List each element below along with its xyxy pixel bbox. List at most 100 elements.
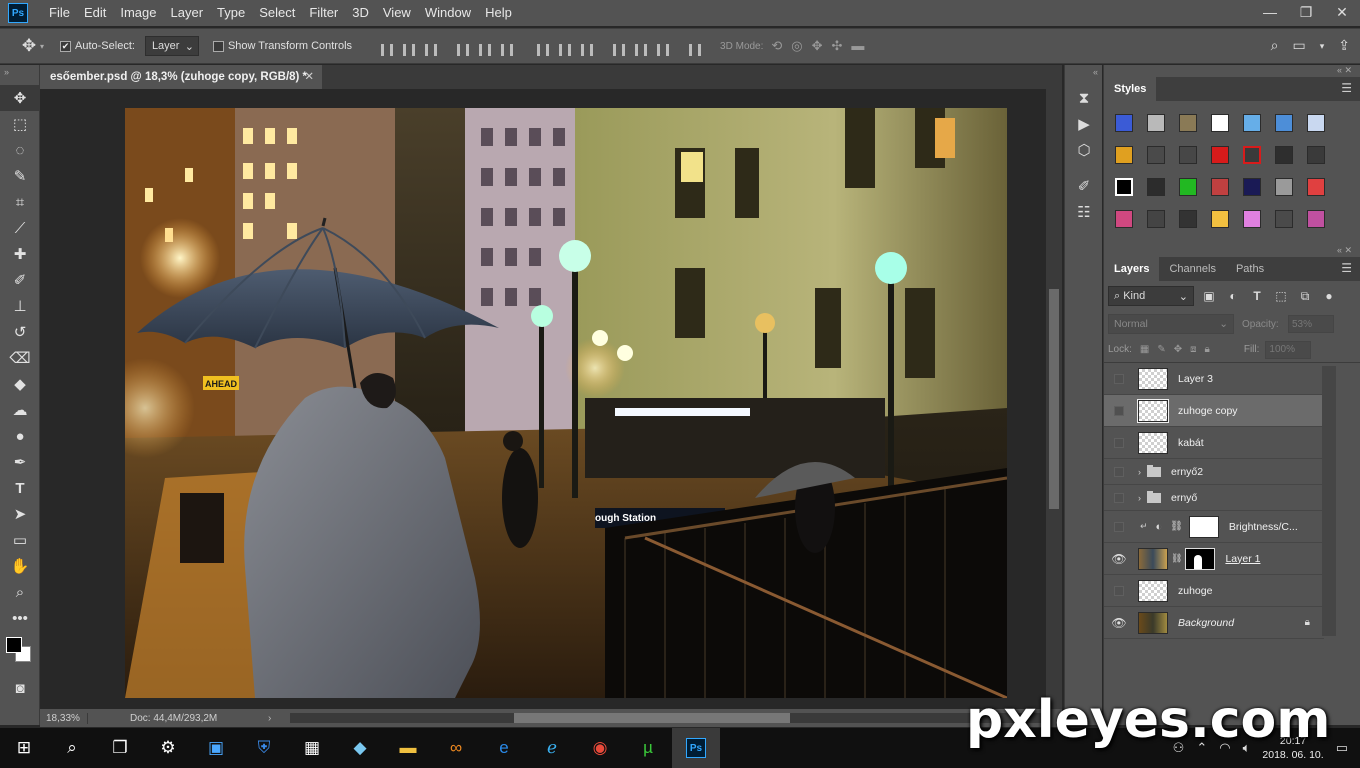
menu-filter[interactable]: Filter xyxy=(302,0,345,26)
menu-edit[interactable]: Edit xyxy=(77,0,113,26)
foreground-color[interactable] xyxy=(6,637,22,653)
more-tools-icon[interactable]: ••• xyxy=(0,605,40,631)
tab-layers[interactable]: Layers xyxy=(1104,257,1160,281)
restore-icon[interactable]: ❐ xyxy=(1288,0,1324,26)
file-explorer-icon[interactable]: ▬ xyxy=(384,728,432,768)
adjustment-filter-icon[interactable]: ◐ xyxy=(1224,289,1242,303)
rectangle-tool-icon[interactable]: ▭ xyxy=(0,527,40,553)
minimize-icon[interactable]: — xyxy=(1252,0,1288,26)
style-swatch[interactable] xyxy=(1236,171,1268,203)
close-tab-icon[interactable]: ✕ xyxy=(304,65,314,89)
style-swatch[interactable] xyxy=(1108,139,1140,171)
document-tab[interactable]: esőember.psd @ 18,3% (zuhoge copy, RGB/8… xyxy=(40,65,322,89)
layers-scrollbar[interactable] xyxy=(1322,366,1336,636)
type-tool-icon[interactable]: T xyxy=(0,475,40,501)
align-hcenter-icon[interactable] xyxy=(474,36,496,56)
menu-select[interactable]: Select xyxy=(252,0,302,26)
visibility-toggle[interactable] xyxy=(1104,521,1134,532)
eyedropper-tool-icon[interactable]: ⟋ xyxy=(0,215,40,241)
layer-group-ernyo2[interactable]: › ernyő2 xyxy=(1104,459,1324,485)
distribute-left-icon[interactable] xyxy=(608,36,630,56)
smart-object-filter-icon[interactable]: ⧉ xyxy=(1296,289,1314,304)
hand-tool-icon[interactable]: ✋ xyxy=(0,553,40,579)
lasso-tool-icon[interactable]: ◌ xyxy=(0,137,40,163)
panel-collapse-icon[interactable]: « ✕ xyxy=(1104,65,1360,77)
style-swatch[interactable] xyxy=(1268,107,1300,139)
style-swatch[interactable] xyxy=(1268,139,1300,171)
style-swatch[interactable] xyxy=(1300,139,1332,171)
kind-filter-dropdown[interactable]: ⌕ Kind ⌄ xyxy=(1108,286,1194,306)
move-tool-icon[interactable]: ✥ xyxy=(18,35,40,57)
style-swatch[interactable] xyxy=(1268,171,1300,203)
calculator-icon[interactable]: ▦ xyxy=(288,728,336,768)
layer-row-zuhoge-copy[interactable]: zuhoge copy xyxy=(1104,395,1324,427)
eraser-tool-icon[interactable]: ⌫ xyxy=(0,345,40,371)
task-view-icon[interactable]: ❐ xyxy=(96,728,144,768)
tool-preset-chevron-icon[interactable]: ▾ xyxy=(40,42,44,51)
toolbar-grip[interactable]: » xyxy=(0,65,39,85)
lock-pixels-icon[interactable]: ✎ xyxy=(1157,344,1165,355)
style-swatch[interactable] xyxy=(1172,107,1204,139)
layer-row-layer-1[interactable]: 👁︎ ⛓ Layer 1 xyxy=(1104,543,1324,575)
style-swatch[interactable] xyxy=(1172,139,1204,171)
link-icon[interactable]: ⛓ xyxy=(1171,553,1182,564)
menu-view[interactable]: View xyxy=(376,0,418,26)
blur-tool-icon[interactable]: ☁ xyxy=(0,397,40,423)
internet-explorer-icon[interactable]: ℯ xyxy=(528,728,576,768)
style-swatch[interactable] xyxy=(1236,203,1268,235)
notifications-icon[interactable]: ▭ xyxy=(1336,740,1348,756)
settings-icon[interactable]: ⚙ xyxy=(144,728,192,768)
zoom-tool-icon[interactable]: ⌕ xyxy=(0,579,40,605)
3d-mode-icons[interactable]: ⟲◎✥✣▬ xyxy=(771,38,873,54)
visibility-toggle[interactable]: 👁︎ xyxy=(1104,552,1134,566)
layer-row-zuhoge[interactable]: zuhoge xyxy=(1104,575,1324,607)
auto-align-icon[interactable] xyxy=(684,36,706,56)
app-swirl-icon[interactable]: ∞ xyxy=(432,728,480,768)
style-swatch[interactable] xyxy=(1236,107,1268,139)
properties-panel-icon[interactable]: ☷ xyxy=(1065,199,1103,225)
shape-filter-icon[interactable]: ⬚ xyxy=(1272,289,1290,303)
blend-mode-dropdown[interactable]: Normal ⌄ xyxy=(1108,314,1234,334)
type-filter-icon[interactable]: T xyxy=(1248,289,1266,303)
horizontal-scrollbar[interactable] xyxy=(290,713,1050,723)
quick-mask-icon[interactable]: ◙ xyxy=(0,675,40,701)
distribute-bottom-icon[interactable] xyxy=(576,36,598,56)
layers-menu-icon[interactable]: ☰ xyxy=(1341,261,1352,275)
align-bottom-icon[interactable] xyxy=(420,36,442,56)
style-swatch[interactable] xyxy=(1140,107,1172,139)
menu-3d[interactable]: 3D xyxy=(345,0,376,26)
tab-paths[interactable]: Paths xyxy=(1226,257,1274,281)
visibility-toggle[interactable] xyxy=(1104,492,1134,503)
layers-collapse-icon[interactable]: « ✕ xyxy=(1104,245,1360,257)
menu-image[interactable]: Image xyxy=(113,0,163,26)
utorrent-icon[interactable]: µ xyxy=(624,728,672,768)
workspace-chevron-icon[interactable]: ▾ xyxy=(1320,37,1325,55)
tab-channels[interactable]: Channels xyxy=(1159,257,1225,281)
auto-select-dropdown[interactable]: Layer ⌄ xyxy=(144,36,199,56)
search-icon[interactable]: ⌕ xyxy=(48,728,96,768)
menu-layer[interactable]: Layer xyxy=(164,0,211,26)
photoshop-taskbar-icon[interactable]: Ps xyxy=(672,728,720,768)
style-swatch[interactable] xyxy=(1204,171,1236,203)
style-swatch[interactable] xyxy=(1204,107,1236,139)
style-swatch[interactable] xyxy=(1172,203,1204,235)
brush-panel-icon[interactable]: ✐ xyxy=(1065,173,1103,199)
chrome-icon[interactable]: ◉ xyxy=(576,728,624,768)
layer-row-brightness[interactable]: ↵ ◐ ⛓ Brightness/C... xyxy=(1104,511,1324,543)
align-left-icon[interactable] xyxy=(452,36,474,56)
close-icon[interactable]: ✕ xyxy=(1324,0,1360,26)
quick-select-tool-icon[interactable]: ✎ xyxy=(0,163,40,189)
layer-row-layer-3[interactable]: Layer 3 xyxy=(1104,363,1324,395)
auto-select-checkbox[interactable]: ✔ xyxy=(60,40,72,52)
expand-chevron-icon[interactable]: › xyxy=(1138,467,1141,477)
fill-input[interactable]: 100% xyxy=(1265,340,1312,359)
align-right-icon[interactable] xyxy=(496,36,518,56)
style-swatch[interactable] xyxy=(1204,203,1236,235)
panel-menu-icon[interactable]: ☰ xyxy=(1341,81,1352,95)
style-swatch[interactable] xyxy=(1108,203,1140,235)
horizontal-scroll-thumb[interactable] xyxy=(514,713,790,723)
status-chevron-icon[interactable]: › xyxy=(268,713,271,724)
path-select-tool-icon[interactable]: ➤ xyxy=(0,501,40,527)
lock-position-icon[interactable]: ✥ xyxy=(1174,344,1182,355)
link-icon[interactable]: ⛓ xyxy=(1170,521,1183,532)
